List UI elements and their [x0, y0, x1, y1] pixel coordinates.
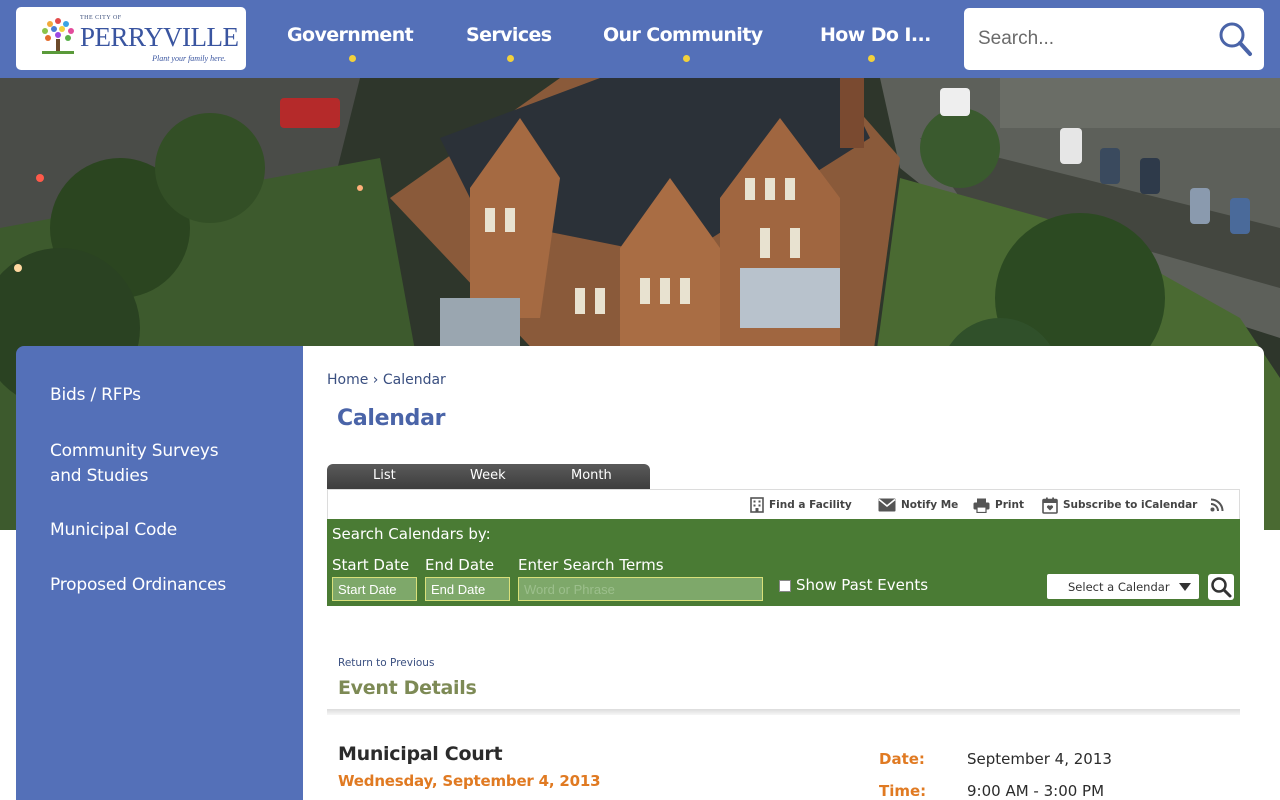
show-past-events-checkbox[interactable]: [779, 580, 791, 592]
chevron-down-icon: [1179, 583, 1191, 591]
nav-how-do-i[interactable]: How Do I...: [820, 24, 931, 46]
breadcrumb-home[interactable]: Home: [327, 372, 368, 388]
building-icon: [750, 497, 764, 513]
printer-icon: [973, 498, 990, 513]
city-logo[interactable]: THE CITY OF PERRYVILLE Plant your family…: [16, 7, 246, 70]
start-date-label: Start Date: [332, 556, 410, 574]
sidebar-item-municipal-code[interactable]: Municipal Code: [50, 518, 177, 543]
site-header: THE CITY OF PERRYVILLE Plant your family…: [0, 0, 1280, 78]
search-icon[interactable]: [1216, 20, 1254, 58]
end-date-field[interactable]: [425, 577, 510, 601]
calendar-view-tabs: List Week Month: [327, 464, 650, 490]
tree-logo-icon: [42, 18, 74, 54]
rss-feed-button[interactable]: [1210, 496, 1224, 514]
find-facility-button[interactable]: Find a Facility: [750, 496, 852, 514]
envelope-icon: [878, 498, 896, 512]
event-details-heading: Event Details: [338, 677, 477, 699]
logo-name: PERRYVILLE: [80, 22, 239, 52]
search-terms-input[interactable]: [518, 577, 763, 601]
logo-tagline: Plant your family here.: [152, 54, 226, 63]
breadcrumb-calendar[interactable]: Calendar: [383, 372, 446, 388]
tab-list[interactable]: List: [373, 468, 396, 483]
calendar-search-panel: Search Calendars by: Start Date End Date…: [327, 519, 1240, 606]
sidebar-item-community-surveys[interactable]: Community Surveys and Studies: [50, 439, 250, 489]
site-search: [964, 8, 1264, 70]
calendar-icon: [1042, 497, 1058, 514]
calendar-toolbar: Find a Facility Notify Me Print Subscrib…: [327, 489, 1240, 519]
print-label: Print: [995, 499, 1024, 511]
sidebar-item-bids-rfps[interactable]: Bids / RFPs: [50, 383, 141, 408]
nav-our-community[interactable]: Our Community: [603, 24, 763, 46]
search-input[interactable]: [978, 25, 1208, 53]
breadcrumb-separator: ›: [372, 372, 379, 388]
calendar-search-button[interactable]: [1208, 574, 1234, 600]
date-label: Date:: [879, 750, 925, 768]
sidebar-item-proposed-ordinances[interactable]: Proposed Ordinances: [50, 573, 226, 598]
event-date: Wednesday, September 4, 2013: [338, 772, 601, 790]
search-panel-title: Search Calendars by:: [332, 525, 491, 543]
search-icon: [1211, 577, 1232, 598]
print-button[interactable]: Print: [973, 496, 1024, 514]
subscribe-icalendar-button[interactable]: Subscribe to iCalendar: [1042, 496, 1197, 514]
tab-week[interactable]: Week: [470, 468, 506, 483]
subscribe-icalendar-label: Subscribe to iCalendar: [1063, 499, 1198, 511]
event-title: Municipal Court: [338, 743, 503, 765]
select-calendar-label: Select a Calendar: [1068, 580, 1170, 594]
end-date-label: End Date: [425, 556, 495, 574]
notify-me-label: Notify Me: [901, 499, 959, 511]
find-facility-label: Find a Facility: [769, 499, 852, 511]
notify-me-button[interactable]: Notify Me: [878, 496, 958, 514]
tab-month[interactable]: Month: [571, 468, 612, 483]
search-terms-label: Enter Search Terms: [518, 556, 664, 574]
breadcrumb: Home › Calendar: [327, 372, 446, 388]
nav-services[interactable]: Services: [466, 24, 552, 46]
rss-icon: [1210, 498, 1224, 512]
time-value: 9:00 AM - 3:00 PM: [967, 782, 1105, 800]
nav-dot-indicator: [868, 55, 875, 62]
sidebar: Bids / RFPs Community Surveys and Studie…: [16, 346, 303, 800]
select-calendar-dropdown[interactable]: Select a Calendar: [1047, 574, 1199, 599]
page-title: Calendar: [337, 406, 446, 431]
show-past-events-label: Show Past Events: [796, 576, 929, 594]
nav-dot-indicator: [683, 55, 690, 62]
nav-government[interactable]: Government: [287, 24, 414, 46]
return-to-previous-link[interactable]: Return to Previous: [338, 657, 434, 669]
main-content: Home › Calendar Calendar List Week Month…: [303, 346, 1264, 800]
nav-dot-indicator: [507, 55, 514, 62]
start-date-field[interactable]: [332, 577, 417, 601]
logo-prefix: THE CITY OF: [80, 15, 122, 21]
section-divider: [327, 709, 1240, 715]
time-label: Time:: [879, 782, 927, 800]
nav-dot-indicator: [349, 55, 356, 62]
date-value: September 4, 2013: [967, 750, 1112, 768]
